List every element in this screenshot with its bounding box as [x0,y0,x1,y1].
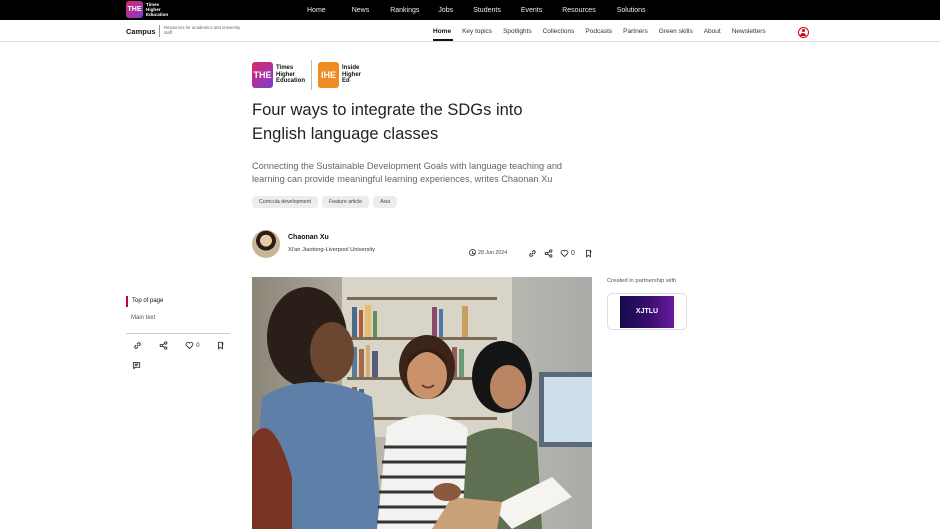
logo-line: Ed [342,78,350,85]
partner-logo-card[interactable]: XJTLU [607,293,687,330]
publish-date: 28 Jun 2024 [469,249,507,256]
subnav-green-skills[interactable]: Green skills [659,28,693,35]
sidebar-like[interactable]: 0 [184,340,200,351]
campus-title[interactable]: Campus [126,27,156,36]
campus-tagline: Resources for academics and university s… [164,25,241,35]
the-logo[interactable]: THE Times Higher Education [126,1,168,18]
active-tab-indicator [433,39,453,41]
author-avatar[interactable] [252,230,280,258]
nav-solutions[interactable]: Solutions [617,7,646,14]
the-publisher-label: Times Higher Education [276,65,305,85]
sidebar-divider [126,333,230,334]
global-header: THE Times Higher Education Home News Ran… [0,0,940,20]
hero-illustration [252,277,592,529]
user-icon[interactable] [798,27,809,38]
nav-events[interactable]: Events [521,7,542,14]
subnav-spotlights[interactable]: Spotlights [503,28,532,35]
ihe-publisher-mark: IHE [318,62,340,88]
sidebar-bookmark-icon[interactable] [215,340,226,351]
subnav-partners[interactable]: Partners [623,28,648,35]
the-logo-text: Times Higher Education [146,2,168,17]
nav-students[interactable]: Students [473,7,501,14]
nav-rankings[interactable]: Rankings [390,7,419,14]
the-publisher-mark: THE [252,62,273,88]
subnav-newsletters[interactable]: Newsletters [732,28,766,35]
article-hero-image [252,277,592,529]
nav-jobs[interactable]: Jobs [438,7,453,14]
author-institution: Xi'an Jiaotong-Liverpool University [288,247,376,253]
logo-line: Education [146,12,169,17]
clock-icon [469,249,476,256]
toc-main-text[interactable]: Main text [131,315,155,321]
headline-line: Four ways to integrate the SDGs into [252,101,523,119]
tag-curricula-development[interactable]: Curricula development [252,196,318,208]
subnav-collections[interactable]: Collections [543,28,575,35]
author-name[interactable]: Chaonan Xu [288,234,329,241]
sidebar-copy-link-icon[interactable] [132,340,143,351]
nav-news[interactable]: News [352,7,370,14]
subnav-key-topics[interactable]: Key topics [462,28,492,35]
nav-resources[interactable]: Resources [562,7,595,14]
share-icon[interactable] [543,248,554,259]
copy-link-icon[interactable] [527,248,538,259]
global-nav: Home News Rankings Jobs Students Events … [307,0,646,20]
headline-line: English language classes [252,125,439,143]
divider [159,25,160,37]
subnav-home[interactable]: Home [433,28,451,35]
subnav-podcasts[interactable]: Podcasts [585,28,612,35]
like-count: 0 [571,250,575,257]
subnav-about[interactable]: About [704,28,721,35]
xjtlu-logo: XJTLU [620,295,674,328]
article-tags: Curricula development Feature article As… [252,196,398,208]
logo-line: Inside [342,65,360,72]
heart-icon[interactable] [559,248,570,259]
ihe-publisher-label: Inside Higher Ed [342,65,361,85]
sidebar-actions: 0 [132,340,241,351]
date-text: 28 Jun 2024 [478,249,508,256]
article-actions: 0 [527,248,599,259]
article-headline: Four ways to integrate the SDGs into Eng… [252,98,592,146]
article-standfirst: Connecting the Sustainable Development G… [252,161,563,184]
sidebar-heart-icon[interactable] [184,340,195,351]
bookmark-icon[interactable] [583,248,594,259]
toc-top-of-page[interactable]: Top of page [126,296,163,307]
comment-icon[interactable] [132,357,143,370]
sidebar-like-count: 0 [196,342,200,349]
nav-home[interactable]: Home [307,7,326,14]
publisher-logos: THE Times Higher Education IHE Inside Hi… [252,60,361,90]
sidebar-share-icon[interactable] [158,340,169,351]
tag-feature-article[interactable]: Feature article [321,196,370,208]
tag-asia[interactable]: Asia [373,196,398,208]
campus-nav: Home Key topics Spotlights Collections P… [433,20,777,42]
the-logo-mark: THE [126,1,143,18]
logo-divider [311,60,313,90]
logo-line: Education [276,78,306,85]
partnership-label: Created in partnership with [607,278,677,284]
